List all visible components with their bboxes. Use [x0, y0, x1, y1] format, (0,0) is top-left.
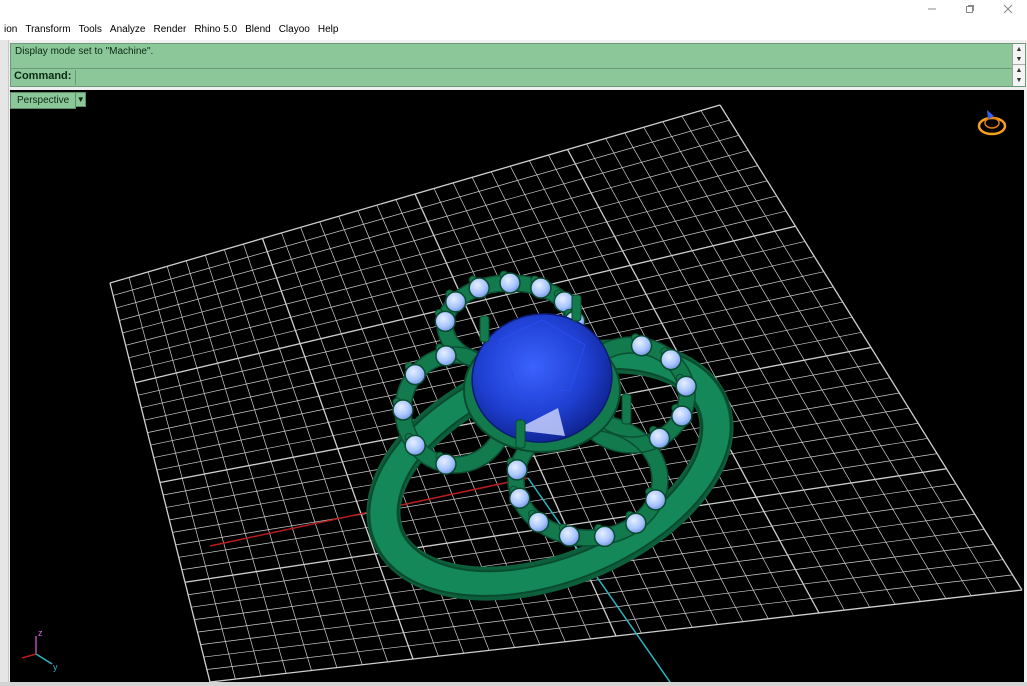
accent-stone	[648, 427, 671, 450]
accent-stone	[404, 434, 426, 457]
menu-item-blend[interactable]: Blend	[241, 24, 275, 35]
accent-stone	[506, 459, 528, 481]
left-toolbar-strip	[0, 40, 9, 686]
axis-gizmo: z y	[21, 628, 58, 672]
accent-stone	[593, 525, 616, 548]
menu-item-rhino[interactable]: Rhino 5.0	[190, 24, 241, 35]
axis-label-z: z	[38, 628, 43, 638]
viewport-name[interactable]: Perspective	[10, 92, 77, 109]
minimize-icon	[928, 8, 936, 10]
menu-item-transform[interactable]: Transform	[21, 24, 74, 35]
accent-stone	[660, 348, 682, 371]
command-scrollbar[interactable]: ▲ ▼ ▲ ▼	[1012, 44, 1025, 86]
command-input[interactable]	[75, 70, 1014, 85]
ring-view-icon[interactable]	[977, 110, 1007, 136]
accent-stone	[644, 489, 667, 511]
scroll-up-icon[interactable]: ▲	[1013, 44, 1025, 54]
restore-icon	[966, 5, 974, 13]
accent-stone	[630, 335, 653, 357]
menu-item-render[interactable]: Render	[150, 24, 191, 35]
accent-stone	[435, 453, 457, 475]
scroll-down-icon[interactable]: ▼	[1013, 54, 1025, 64]
viewport-scene: z y	[21, 104, 1023, 682]
window-controls	[913, 0, 1027, 18]
accent-stone	[625, 512, 647, 535]
perspective-viewport[interactable]: z y Perspective ▼	[10, 90, 1024, 682]
menu-bar: ion Transform Tools Analyze Render Rhino…	[0, 20, 342, 38]
accent-stone	[435, 345, 457, 367]
title-menu-bar: ion Transform Tools Analyze Render Rhino…	[0, 0, 1027, 40]
command-history: Display mode set to "Machine".	[11, 44, 1014, 69]
ring-model[interactable]	[332, 270, 768, 645]
accent-stone	[671, 405, 693, 427]
accent-stone	[527, 511, 550, 533]
axis-label-y: y	[53, 662, 58, 672]
accent-stone	[392, 399, 414, 421]
spin-down-icon[interactable]: ▼	[1013, 75, 1025, 85]
accent-stone	[558, 525, 581, 547]
chevron-down-icon[interactable]: ▼	[76, 92, 87, 107]
restore-button[interactable]	[951, 0, 989, 18]
close-icon	[1003, 4, 1013, 14]
accent-stone	[553, 291, 576, 313]
accent-stone	[499, 272, 521, 294]
accent-stone	[675, 375, 697, 398]
accent-stone	[508, 487, 531, 509]
menu-item-clayoo[interactable]: Clayoo	[275, 24, 314, 35]
spin-up-icon[interactable]: ▲	[1013, 64, 1025, 75]
minimize-button[interactable]	[913, 0, 951, 18]
accent-stone	[404, 363, 426, 386]
menu-item-tools[interactable]: Tools	[75, 24, 106, 35]
menu-item-help[interactable]: Help	[314, 24, 343, 35]
menu-item-analyze[interactable]: Analyze	[106, 24, 150, 35]
accent-stone	[434, 310, 456, 333]
menu-item-partial[interactable]: ion	[0, 24, 21, 35]
close-button[interactable]	[989, 0, 1027, 18]
status-strip	[0, 682, 1027, 686]
accent-stone	[468, 277, 490, 299]
accent-stone	[530, 277, 552, 299]
accent-stone	[444, 291, 467, 313]
viewport-title-tab[interactable]: Perspective ▼	[10, 92, 87, 109]
command-area: Display mode set to "Machine". Command: …	[10, 43, 1026, 87]
